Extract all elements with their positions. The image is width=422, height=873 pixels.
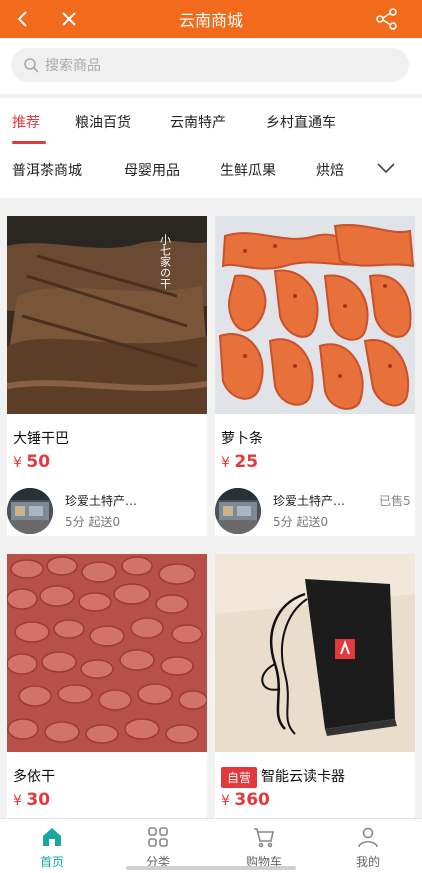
shop-avatar xyxy=(215,488,261,534)
tab-profile[interactable]: 我的 xyxy=(338,825,398,870)
chevron-down-icon[interactable] xyxy=(376,160,396,180)
cart-icon xyxy=(254,828,274,848)
shop-name: 珍爱土特产… xyxy=(65,494,138,508)
product-card[interactable]: 多依干 ¥ 30 xyxy=(7,554,207,824)
product-name: 自营 智能云读卡器 xyxy=(221,766,345,788)
product-card[interactable]: 小七家の干 大锤干巴 ¥ 50 珍爱土特产… 5分 起送0 xyxy=(7,216,207,536)
product-name: 多依干 xyxy=(13,769,55,785)
back-arrow-icon[interactable] xyxy=(10,6,36,32)
home-indicator xyxy=(126,866,296,870)
tab-category[interactable]: 分类 xyxy=(128,825,188,870)
tab-grain-oil[interactable]: 粮油百货 xyxy=(75,112,131,132)
search-area: 搜索商品 xyxy=(0,38,422,94)
home-icon xyxy=(43,828,61,846)
tab-rural-express[interactable]: 乡村直通车 xyxy=(266,112,336,132)
tab-recommend[interactable]: 推荐 xyxy=(12,112,40,132)
product-price: ¥ 25 xyxy=(221,452,259,472)
self-operated-badge: 自营 xyxy=(221,766,258,788)
sold-count: 已售5 xyxy=(379,494,411,508)
search-icon xyxy=(24,58,39,73)
tab-yunnan-specialty[interactable]: 云南特产 xyxy=(170,112,226,132)
product-card[interactable]: 萝卜条 ¥ 25 珍爱土特产… 5分 起送0 已售5 xyxy=(215,216,415,536)
product-price: ¥ 50 xyxy=(13,452,51,472)
tab-baby[interactable]: 母婴用品 xyxy=(124,160,180,180)
product-image[interactable] xyxy=(215,554,415,752)
shop-meta: 5分 起送0 xyxy=(65,515,121,529)
tab-home[interactable]: 首页 xyxy=(22,825,82,870)
category-icon xyxy=(148,827,168,847)
product-price: ¥ 30 xyxy=(13,790,51,810)
share-icon[interactable] xyxy=(374,6,400,32)
category-tabs: 推荐 粮油百货 云南特产 乡村直通车 普洱茶商城 母婴用品 生鲜瓜果 烘焙 xyxy=(0,98,422,198)
close-icon[interactable] xyxy=(56,6,82,32)
shop-info[interactable]: 珍爱土特产… 5分 起送0 xyxy=(7,488,207,534)
image-caption: 小七家の干 xyxy=(159,234,172,290)
top-bar: 云南商城 xyxy=(0,0,422,38)
search-input[interactable]: 搜索商品 xyxy=(11,48,409,82)
tab-cart[interactable]: 购物车 xyxy=(234,825,294,870)
tab-fresh-fruit[interactable]: 生鲜瓜果 xyxy=(220,160,276,180)
shop-avatar xyxy=(7,488,53,534)
product-image[interactable] xyxy=(215,216,415,414)
product-price: ¥ 360 xyxy=(221,790,270,810)
shop-info[interactable]: 珍爱土特产… 5分 起送0 已售5 xyxy=(215,488,415,534)
search-placeholder: 搜索商品 xyxy=(45,58,101,74)
profile-icon xyxy=(358,827,378,848)
active-tab-indicator xyxy=(12,141,46,144)
page-title: 云南商城 xyxy=(178,11,243,30)
shop-meta: 5分 起送0 xyxy=(273,515,329,529)
product-card[interactable]: 自营 智能云读卡器 ¥ 360 xyxy=(215,554,415,824)
bottom-tab-bar: 首页 分类 购物车 我的 xyxy=(0,818,422,873)
tab-puer-tea[interactable]: 普洱茶商城 xyxy=(12,160,82,180)
product-name: 大锤干巴 xyxy=(13,431,69,447)
product-name: 萝卜条 xyxy=(221,431,263,447)
product-image[interactable]: 小七家の干 xyxy=(7,216,207,414)
shop-name: 珍爱土特产… xyxy=(273,494,346,508)
product-image[interactable] xyxy=(7,554,207,752)
tab-baking[interactable]: 烘焙 xyxy=(316,160,344,180)
